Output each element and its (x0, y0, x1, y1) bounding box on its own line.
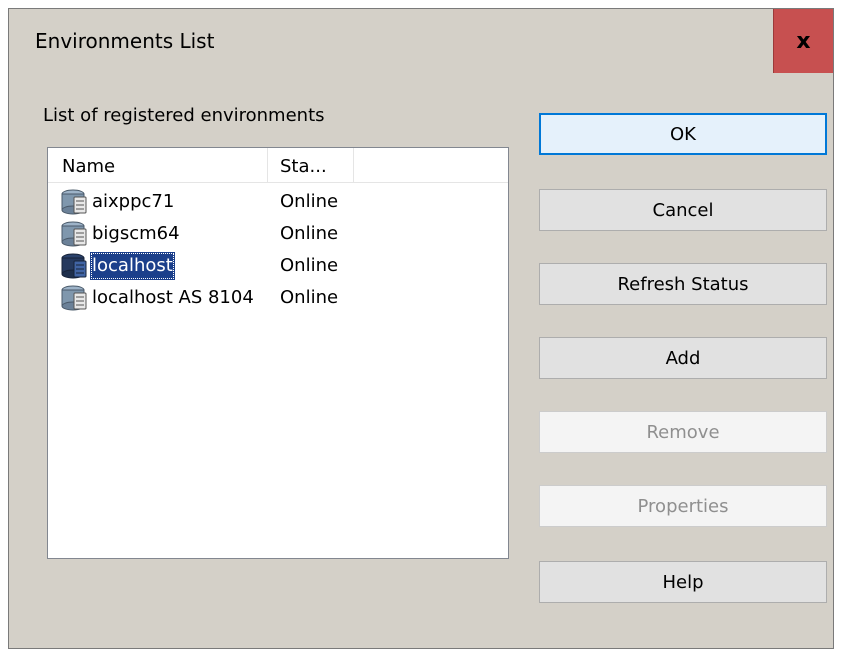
ok-button[interactable]: OK (539, 113, 827, 155)
server-icon (60, 285, 88, 311)
list-item[interactable]: bigscm64 Online (48, 218, 508, 250)
server-icon (60, 221, 88, 247)
list-label: List of registered environments (43, 105, 325, 126)
environments-listview[interactable]: Name Sta... aixppc71 Online bigscm64 Onl… (47, 147, 509, 559)
list-item[interactable]: localhost AS 8104 Online (48, 282, 508, 314)
remove-button[interactable]: Remove (539, 411, 827, 453)
add-button[interactable]: Add (539, 337, 827, 379)
title-bar[interactable]: Environments List x (9, 9, 833, 73)
refresh-status-button[interactable]: Refresh Status (539, 263, 827, 305)
environment-status: Online (280, 287, 339, 308)
list-header: Name Sta... (48, 148, 508, 183)
list-item-selected[interactable]: localhost Online (48, 250, 508, 282)
close-button[interactable]: x (773, 9, 833, 73)
properties-button[interactable]: Properties (539, 485, 827, 527)
close-icon: x (796, 28, 811, 54)
list-item[interactable]: aixppc71 Online (48, 186, 508, 218)
window-title: Environments List (35, 29, 215, 53)
cancel-button[interactable]: Cancel (539, 189, 827, 231)
environment-name: bigscm64 (92, 223, 180, 244)
server-icon (60, 253, 88, 279)
environment-name: aixppc71 (92, 191, 175, 212)
environment-status: Online (280, 255, 339, 276)
environments-dialog: Environments List x List of registered e… (8, 8, 834, 649)
column-header-status[interactable]: Sta... (268, 148, 354, 182)
environment-name: localhost AS 8104 (92, 287, 254, 308)
environment-status: Online (280, 223, 339, 244)
environment-status: Online (280, 191, 339, 212)
server-icon (60, 189, 88, 215)
environment-name: localhost (90, 252, 175, 280)
help-button[interactable]: Help (539, 561, 827, 603)
column-header-name[interactable]: Name (48, 148, 268, 182)
